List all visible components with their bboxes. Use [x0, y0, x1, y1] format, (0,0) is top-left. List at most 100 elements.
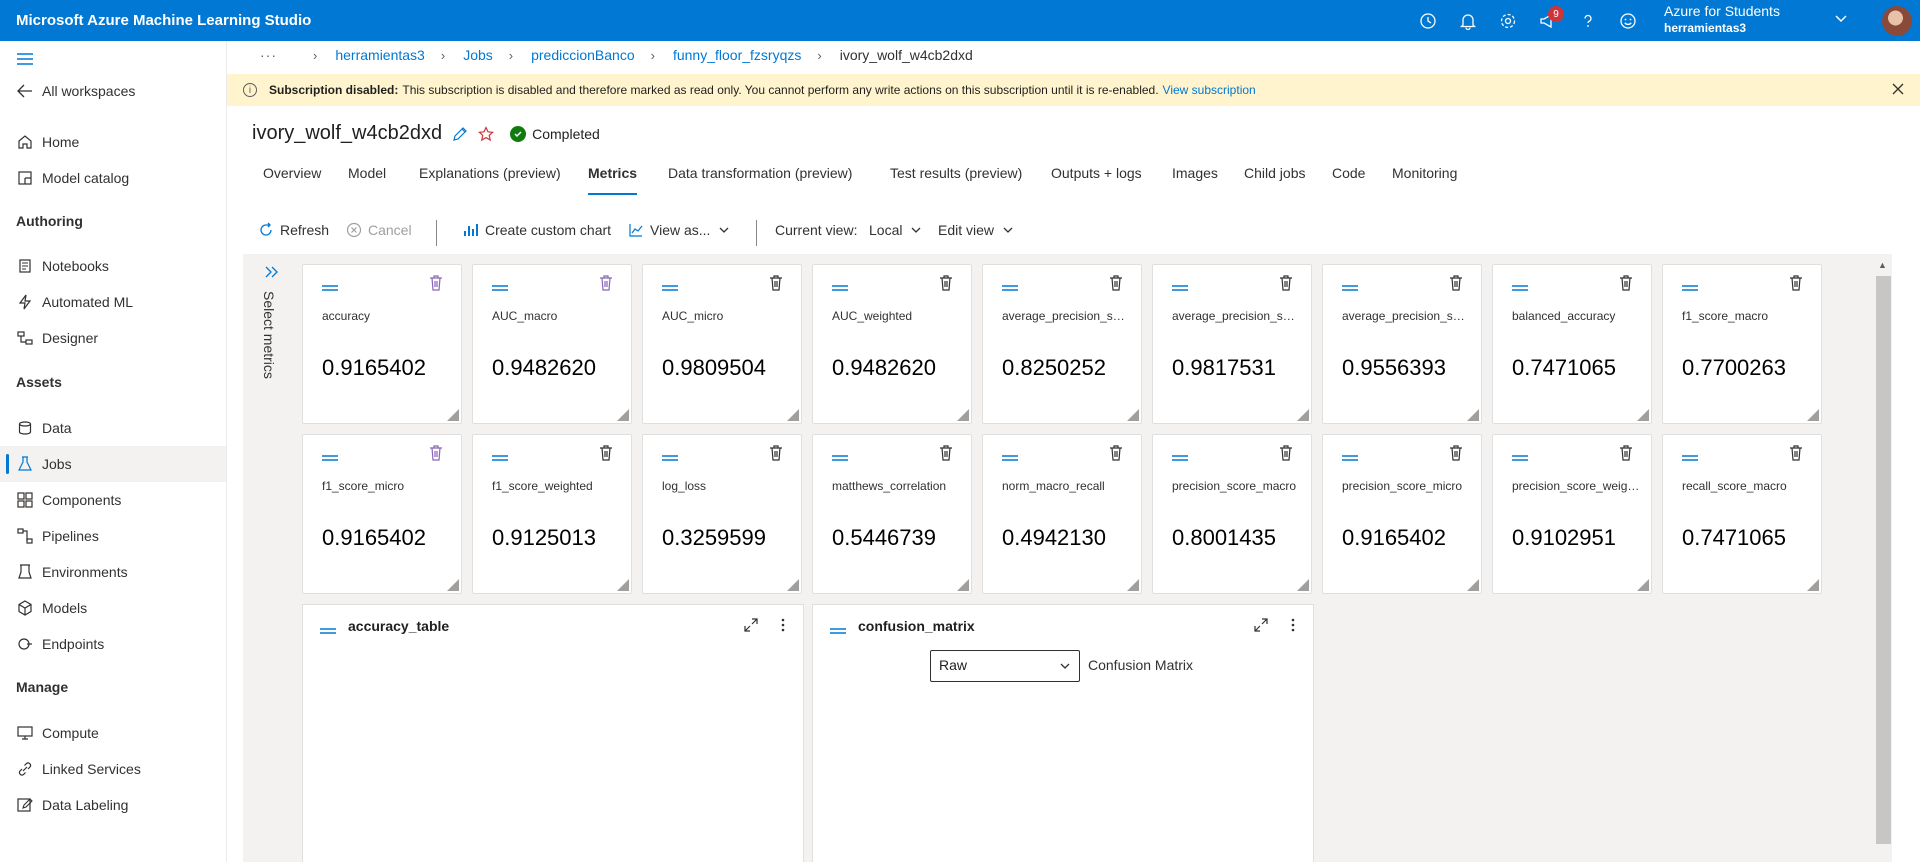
pencil-icon[interactable] [452, 126, 468, 142]
more-options-icon[interactable] [1291, 617, 1295, 636]
sidebar-item-all-workspaces[interactable]: All workspaces [0, 73, 226, 109]
metric-card[interactable]: f1_score_macro 0.7700263 [1662, 264, 1822, 424]
tab-test-results[interactable]: Test results (preview) [890, 165, 1022, 181]
megaphone-icon[interactable]: 9 [1528, 0, 1568, 41]
drag-handle-icon[interactable] [662, 449, 678, 465]
tab-images[interactable]: Images [1172, 165, 1218, 181]
star-icon[interactable] [478, 125, 495, 142]
avatar[interactable] [1882, 6, 1912, 36]
resize-handle-icon[interactable] [1127, 579, 1139, 591]
metric-card[interactable]: accuracy 0.9165402 [302, 264, 462, 424]
resize-handle-icon[interactable] [447, 579, 459, 591]
sidebar-item-model-catalog[interactable]: Model catalog [0, 160, 226, 196]
trash-icon[interactable] [1789, 445, 1803, 464]
expand-icon[interactable] [1253, 617, 1269, 636]
tab-metrics[interactable]: Metrics [588, 165, 638, 195]
sidebar-item-pipelines[interactable]: Pipelines [0, 518, 226, 554]
drag-handle-icon[interactable] [1682, 449, 1698, 465]
resize-handle-icon[interactable] [957, 579, 969, 591]
drag-handle-icon[interactable] [1002, 449, 1018, 465]
drag-handle-icon[interactable] [832, 279, 848, 295]
dashboard-scrollbar[interactable]: ▲ [1875, 254, 1892, 862]
view-as-dropdown[interactable]: View as... [628, 222, 730, 238]
edit-view-dropdown[interactable]: Edit view [938, 222, 1014, 238]
sidebar-item-home[interactable]: Home [0, 124, 226, 160]
tab-explanations[interactable]: Explanations (preview) [419, 165, 561, 181]
drag-handle-icon[interactable] [492, 279, 508, 295]
sidebar-item-data-labeling[interactable]: Data Labeling [0, 787, 226, 823]
account-switcher[interactable]: Azure for Students herramientas3 [1664, 3, 1864, 39]
resize-handle-icon[interactable] [1807, 579, 1819, 591]
resize-handle-icon[interactable] [1297, 409, 1309, 421]
drag-handle-icon[interactable] [320, 622, 336, 638]
metric-card[interactable]: f1_score_micro 0.9165402 [302, 434, 462, 594]
trash-icon[interactable] [429, 275, 443, 294]
metric-card[interactable]: recall_score_macro 0.7471065 [1662, 434, 1822, 594]
tab-code[interactable]: Code [1332, 165, 1365, 181]
bell-icon[interactable] [1448, 0, 1488, 41]
drag-handle-icon[interactable] [662, 279, 678, 295]
scrollbar-thumb[interactable] [1876, 276, 1891, 844]
smiley-icon[interactable] [1608, 0, 1648, 41]
metric-card[interactable]: AUC_macro 0.9482620 [472, 264, 632, 424]
drag-handle-icon[interactable] [322, 279, 338, 295]
app-title[interactable]: Microsoft Azure Machine Learning Studio [0, 12, 311, 29]
drag-handle-icon[interactable] [322, 449, 338, 465]
trash-icon[interactable] [769, 275, 783, 294]
metric-card[interactable]: balanced_accuracy 0.7471065 [1492, 264, 1652, 424]
sidebar-item-models[interactable]: Models [0, 590, 226, 626]
more-options-icon[interactable] [781, 617, 785, 636]
trash-icon[interactable] [1279, 275, 1293, 294]
resize-handle-icon[interactable] [1467, 579, 1479, 591]
resize-handle-icon[interactable] [1127, 409, 1139, 421]
sidebar-item-jobs[interactable]: Jobs [0, 446, 226, 482]
sidebar-item-compute[interactable]: Compute [0, 715, 226, 751]
breadcrumb-jobs[interactable]: Jobs [463, 47, 493, 63]
trash-icon[interactable] [1619, 275, 1633, 294]
resize-handle-icon[interactable] [957, 409, 969, 421]
drag-handle-icon[interactable] [1002, 279, 1018, 295]
drag-handle-icon[interactable] [1342, 279, 1358, 295]
resize-handle-icon[interactable] [1637, 409, 1649, 421]
expand-icon[interactable] [743, 617, 759, 636]
trash-icon[interactable] [1449, 275, 1463, 294]
metric-card[interactable]: precision_score_weigh... 0.9102951 [1492, 434, 1652, 594]
resize-handle-icon[interactable] [1807, 409, 1819, 421]
trash-icon[interactable] [599, 275, 613, 294]
drag-handle-icon[interactable] [1682, 279, 1698, 295]
metric-card[interactable]: precision_score_micro 0.9165402 [1322, 434, 1482, 594]
accuracy-table-panel[interactable]: accuracy_table [302, 604, 804, 862]
scroll-up-icon[interactable]: ▲ [1878, 260, 1887, 270]
tab-outputs-logs[interactable]: Outputs + logs [1051, 165, 1142, 181]
trash-icon[interactable] [1109, 445, 1123, 464]
clock-icon[interactable] [1408, 0, 1448, 41]
sidebar-item-endpoints[interactable]: Endpoints [0, 626, 226, 662]
metric-card[interactable]: average_precision_sco... 0.8250252 [982, 264, 1142, 424]
cancel-button[interactable]: Cancel [346, 222, 412, 238]
close-icon[interactable] [1892, 82, 1904, 98]
resize-handle-icon[interactable] [787, 409, 799, 421]
view-subscription-link[interactable]: View subscription [1163, 83, 1256, 97]
matrix-normalization-select[interactable]: Raw [930, 650, 1080, 682]
metric-card[interactable]: norm_macro_recall 0.4942130 [982, 434, 1142, 594]
metric-card[interactable]: average_precision_sco... 0.9817531 [1152, 264, 1312, 424]
metric-card[interactable]: average_precision_sco... 0.9556393 [1322, 264, 1482, 424]
resize-handle-icon[interactable] [617, 579, 629, 591]
tab-overview[interactable]: Overview [263, 165, 321, 181]
tab-model[interactable]: Model [348, 165, 386, 181]
resize-handle-icon[interactable] [617, 409, 629, 421]
resize-handle-icon[interactable] [787, 579, 799, 591]
sidebar-item-components[interactable]: Components [0, 482, 226, 518]
sidebar-item-environments[interactable]: Environments [0, 554, 226, 590]
trash-icon[interactable] [939, 275, 953, 294]
trash-icon[interactable] [1619, 445, 1633, 464]
sidebar-item-data[interactable]: Data [0, 410, 226, 446]
refresh-button[interactable]: Refresh [258, 222, 329, 238]
metric-card[interactable]: AUC_micro 0.9809504 [642, 264, 802, 424]
tab-data-transformation[interactable]: Data transformation (preview) [668, 165, 852, 181]
metric-card[interactable]: f1_score_weighted 0.9125013 [472, 434, 632, 594]
breadcrumb-experiment[interactable]: prediccionBanco [531, 47, 635, 63]
hamburger-menu-icon[interactable] [16, 51, 40, 71]
sidebar-item-designer[interactable]: Designer [0, 320, 226, 356]
metric-card[interactable]: AUC_weighted 0.9482620 [812, 264, 972, 424]
